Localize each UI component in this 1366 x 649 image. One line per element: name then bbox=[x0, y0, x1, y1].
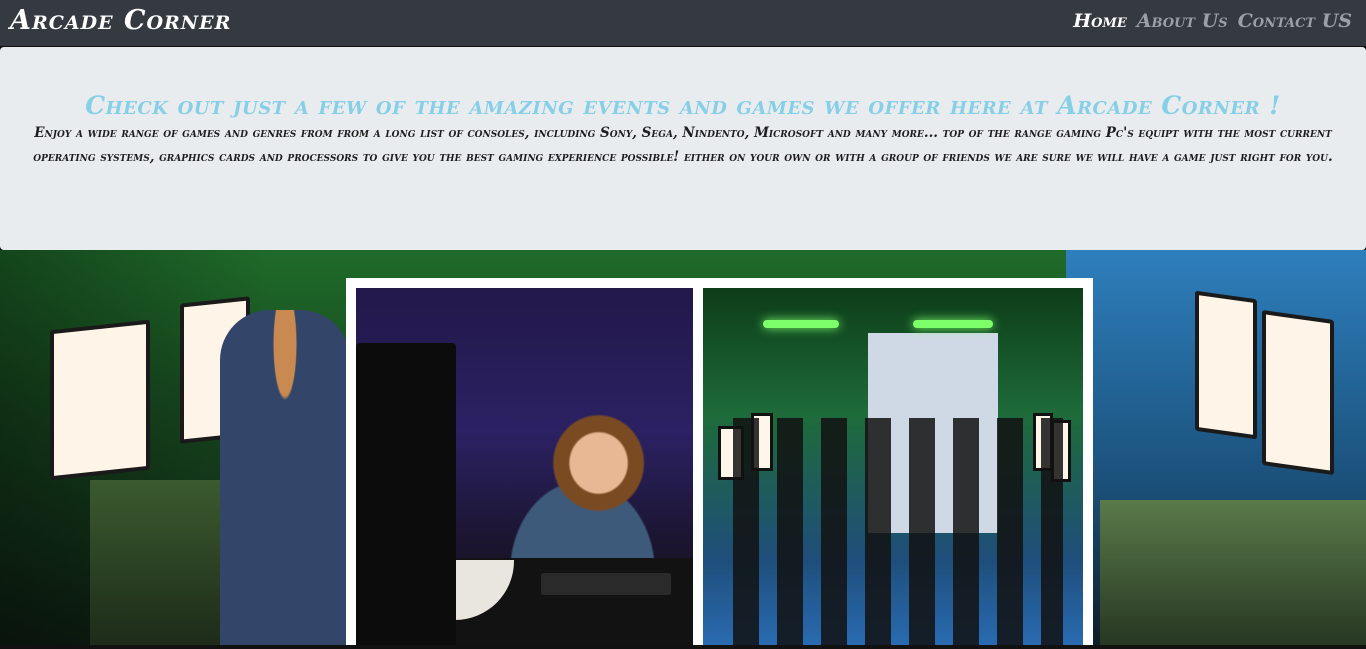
hero-desk-right bbox=[1100, 500, 1366, 649]
jumbotron-heading: Check out just a few of the amazing even… bbox=[85, 91, 1281, 120]
nav-link-contact-us[interactable]: Contact US bbox=[1238, 10, 1352, 32]
photo-neon-light bbox=[913, 320, 993, 328]
navbar: Arcade Corner Home About Us Contact US bbox=[0, 0, 1366, 46]
photo-neon-light bbox=[763, 320, 839, 328]
jumbotron-paragraph: Enjoy a wide range of games and genres f… bbox=[33, 125, 1333, 165]
nav-link-about-us[interactable]: About Us bbox=[1137, 10, 1228, 32]
photo-gallery bbox=[346, 278, 1093, 649]
nav-link-home[interactable]: Home bbox=[1073, 10, 1127, 32]
hero-gamer-figure bbox=[220, 310, 350, 649]
nav-links: Home About Us Contact US bbox=[1073, 10, 1352, 32]
gallery-photo-gaming-room[interactable] bbox=[703, 288, 1083, 649]
hero-monitor bbox=[1195, 290, 1257, 440]
hero-monitor bbox=[50, 319, 150, 481]
photo-chair bbox=[356, 343, 456, 649]
photo-gaming-chairs bbox=[733, 418, 1063, 649]
photo-keyboard bbox=[541, 573, 671, 595]
jumbotron: Check out just a few of the amazing even… bbox=[0, 47, 1366, 250]
page-bottom-edge bbox=[0, 645, 1366, 649]
hero-monitor bbox=[1262, 309, 1334, 476]
gallery-photo-boy-gaming[interactable] bbox=[356, 288, 693, 649]
brand-logo[interactable]: Arcade Corner bbox=[10, 7, 231, 34]
